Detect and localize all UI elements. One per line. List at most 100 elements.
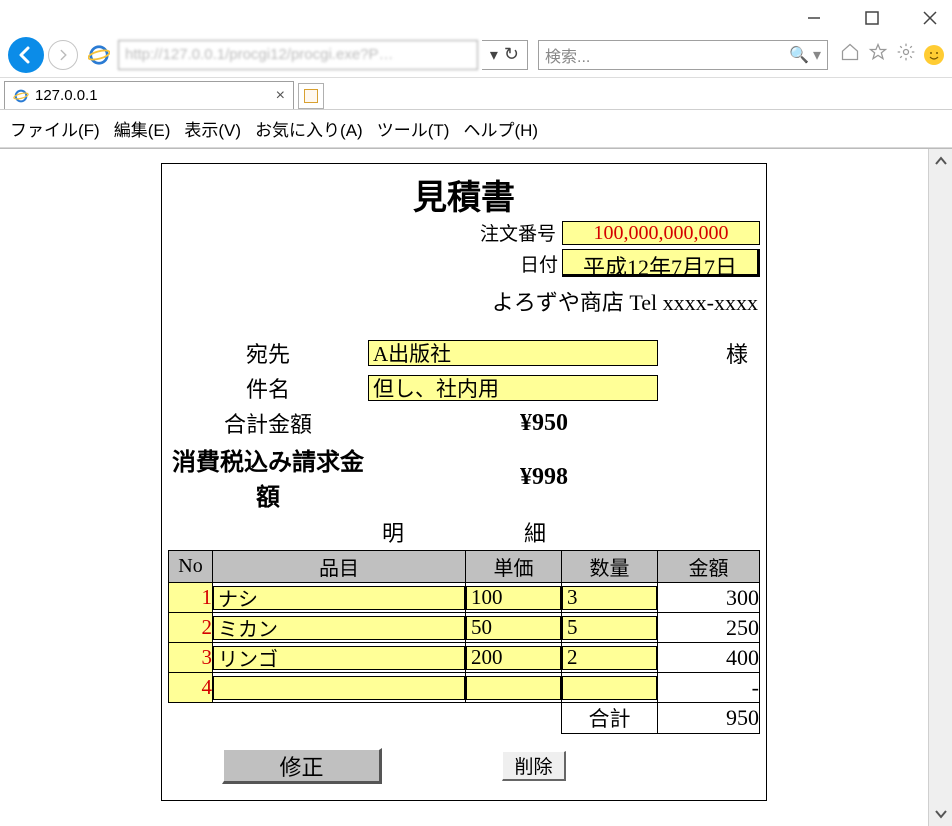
tel-number: xxxx-xxxx (663, 290, 758, 315)
th-price: 単価 (466, 551, 562, 583)
new-tab-icon (304, 89, 318, 103)
cell-price: 50 (466, 613, 562, 643)
cell-item (213, 673, 466, 703)
search-placeholder: 検索... (545, 43, 590, 67)
table-row: 3リンゴ2002400 (169, 643, 760, 673)
meisai-left: 明 (382, 516, 404, 548)
address-bar[interactable]: http://127.0.0.1/procgi12/procgi.exe?P… (118, 40, 478, 70)
total-row: 合計 950 (169, 703, 760, 734)
tab-close-icon[interactable]: × (276, 87, 285, 105)
page-title: 見積書 (168, 170, 760, 219)
menu-help[interactable]: ヘルプ(H) (463, 116, 538, 141)
item-field[interactable]: ナシ (213, 586, 465, 610)
cell-item: ナシ (213, 583, 466, 613)
th-amount: 金額 (658, 551, 760, 583)
shop-name: よろずや商店 (492, 290, 624, 315)
price-field[interactable]: 200 (466, 646, 561, 670)
cell-qty: 2 (562, 643, 658, 673)
tab-title: 127.0.0.1 (35, 87, 98, 104)
total-label: 合計 (562, 703, 658, 734)
content-area: 見積書 注文番号 100,000,000,000 日付 平成12年7月7日 よろ… (0, 149, 928, 826)
amount-cell: - (658, 673, 760, 703)
forward-button[interactable] (48, 40, 78, 70)
menu-tools[interactable]: ツール(T) (377, 116, 450, 141)
tax-label: 消費税込み請求金額 (168, 442, 368, 512)
table-header-row: No 品目 単価 数量 金額 (169, 551, 760, 583)
viewport: 見積書 注文番号 100,000,000,000 日付 平成12年7月7日 よろ… (0, 148, 952, 826)
search-box[interactable]: 検索... 🔍 ▾ (538, 40, 828, 70)
menu-fav[interactable]: お気に入り(A) (255, 116, 363, 141)
favorites-star-icon[interactable] (868, 42, 888, 67)
cell-qty: 3 (562, 583, 658, 613)
shop-info: よろずや商店 Tel xxxx-xxxx (168, 285, 760, 317)
quote-form: 見積書 注文番号 100,000,000,000 日付 平成12年7月7日 よろ… (161, 163, 767, 801)
amount-cell: 300 (658, 583, 760, 613)
date-label: 日付 (520, 250, 558, 277)
tab-bar: 127.0.0.1 × (0, 78, 952, 110)
refresh-icon[interactable]: ↻ (504, 44, 519, 65)
row-number: 1 (169, 583, 213, 613)
detail-header: 明 細 (168, 516, 760, 548)
cell-item: ミカン (213, 613, 466, 643)
vertical-scrollbar[interactable] (928, 149, 952, 826)
address-dropdown-icon[interactable]: ▾ (490, 45, 498, 65)
menu-edit[interactable]: 編集(E) (114, 116, 171, 141)
new-tab-button[interactable] (298, 83, 324, 109)
qty-field[interactable]: 2 (562, 646, 657, 670)
scroll-down-icon[interactable] (929, 802, 952, 826)
items-table: No 品目 単価 数量 金額 1ナシ10033002ミカン5052503リンゴ2… (168, 550, 760, 734)
cell-qty (562, 673, 658, 703)
price-field[interactable]: 100 (466, 586, 561, 610)
toolbar-right-icons (840, 42, 944, 67)
item-field[interactable]: ミカン (213, 616, 465, 640)
menu-view[interactable]: 表示(V) (184, 116, 241, 141)
smiley-icon[interactable] (924, 45, 944, 65)
qty-field[interactable]: 3 (562, 586, 657, 610)
qty-field[interactable]: 5 (562, 616, 657, 640)
cell-price: 100 (466, 583, 562, 613)
ie-logo-icon (88, 44, 110, 66)
minimize-button[interactable] (802, 6, 826, 30)
table-row: 1ナシ1003300 (169, 583, 760, 613)
close-button[interactable] (918, 6, 942, 30)
menu-file[interactable]: ファイル(F) (10, 116, 100, 141)
search-icon[interactable]: 🔍 (789, 45, 809, 65)
navigation-bar: http://127.0.0.1/procgi12/procgi.exe?P… … (0, 32, 952, 78)
row-number: 4 (169, 673, 213, 703)
price-field[interactable] (466, 676, 561, 700)
tab-active[interactable]: 127.0.0.1 × (4, 81, 294, 109)
date-field[interactable]: 平成12年7月7日 (562, 249, 760, 277)
delete-button[interactable]: 削除 (502, 751, 566, 781)
settings-gear-icon[interactable] (896, 42, 916, 67)
scroll-up-icon[interactable] (929, 149, 952, 173)
window-controls (0, 0, 952, 32)
cell-price: 200 (466, 643, 562, 673)
total-value: 950 (658, 703, 760, 734)
search-dropdown-icon[interactable]: ▾ (813, 45, 821, 65)
item-field[interactable] (213, 676, 465, 700)
th-item: 品目 (213, 551, 466, 583)
sum-label: 合計金額 (168, 407, 368, 439)
price-field[interactable]: 50 (466, 616, 561, 640)
address-controls: ▾ ↻ (482, 40, 528, 70)
back-button[interactable] (8, 37, 44, 73)
row-number: 2 (169, 613, 213, 643)
cell-qty: 5 (562, 613, 658, 643)
row-number: 3 (169, 643, 213, 673)
ie-favicon-icon (13, 88, 29, 104)
maximize-button[interactable] (860, 6, 884, 30)
qty-field[interactable] (562, 676, 657, 700)
dest-field[interactable]: A出版社 (368, 340, 658, 366)
amount-cell: 400 (658, 643, 760, 673)
item-field[interactable]: リンゴ (213, 646, 465, 670)
order-number-field[interactable]: 100,000,000,000 (562, 221, 760, 245)
modify-button[interactable]: 修正 (222, 748, 382, 784)
menu-bar: ファイル(F) 編集(E) 表示(V) お気に入り(A) ツール(T) ヘルプ(… (0, 110, 952, 148)
home-icon[interactable] (840, 42, 860, 67)
honorific: 様 (720, 337, 760, 369)
th-no: No (169, 551, 213, 583)
subject-field[interactable]: 但し、社内用 (368, 375, 658, 401)
cell-price (466, 673, 562, 703)
th-qty: 数量 (562, 551, 658, 583)
subject-label: 件名 (168, 372, 368, 404)
